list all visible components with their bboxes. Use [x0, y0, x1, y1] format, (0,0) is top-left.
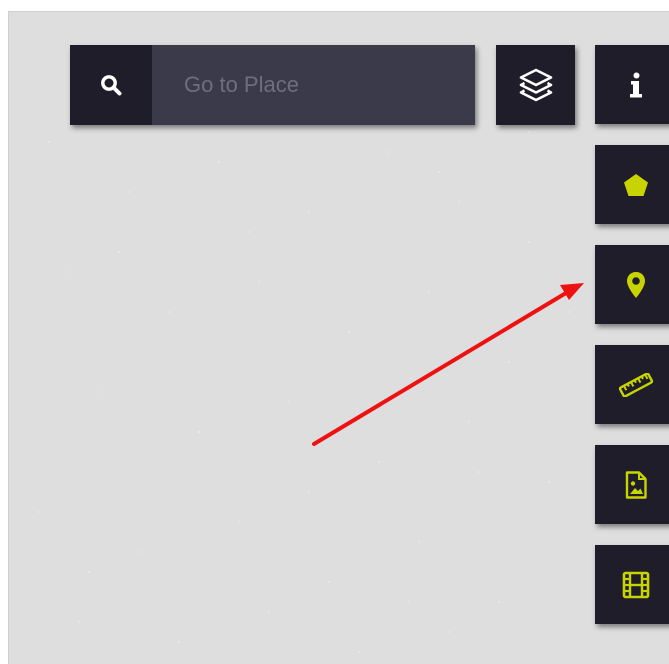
film-icon	[622, 571, 649, 598]
image-file-icon	[625, 470, 647, 499]
info-icon	[629, 72, 642, 97]
add-marker-button[interactable]	[595, 245, 669, 324]
map-canvas[interactable]	[8, 11, 669, 664]
add-image-button[interactable]	[595, 445, 669, 524]
map-marker-icon	[626, 271, 645, 298]
search-button[interactable]	[70, 45, 152, 125]
search-bar	[70, 45, 475, 125]
search-input[interactable]	[152, 45, 475, 125]
pentagon-icon	[623, 173, 648, 196]
draw-polygon-button[interactable]	[595, 145, 669, 224]
add-video-button[interactable]	[595, 545, 669, 624]
layers-icon	[519, 68, 552, 102]
measure-button[interactable]	[595, 345, 669, 424]
search-icon	[101, 75, 122, 96]
info-button[interactable]	[595, 45, 669, 124]
ruler-icon	[618, 372, 653, 397]
layers-button[interactable]	[496, 45, 575, 125]
